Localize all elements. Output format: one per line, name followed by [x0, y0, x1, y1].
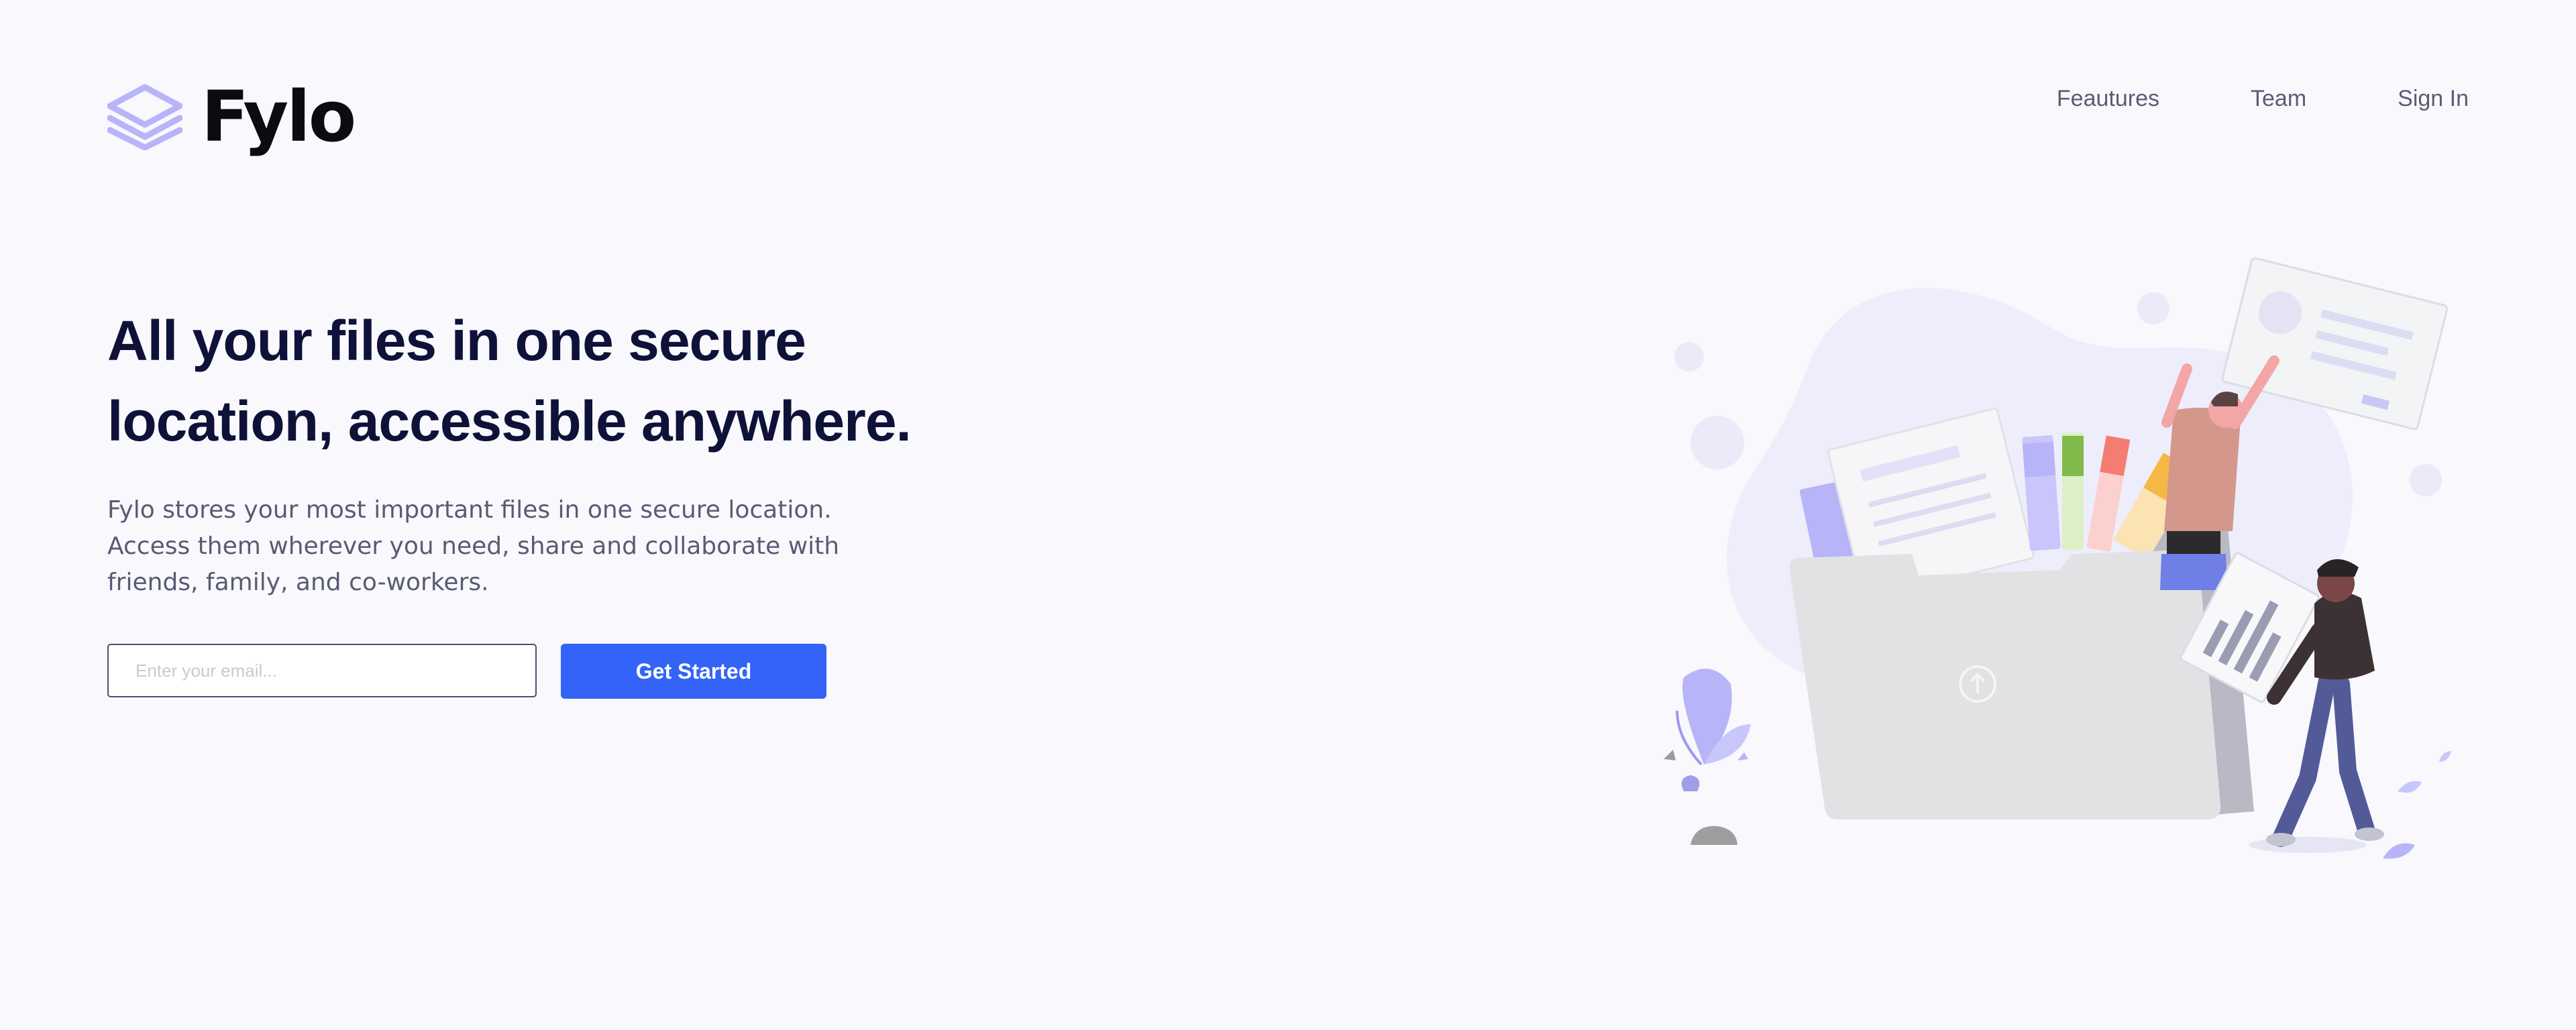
people-uploading-files-illustration [1664, 257, 2451, 859]
email-input[interactable] [107, 644, 537, 697]
plant-decoration [1664, 669, 1751, 791]
hero-headline: All your files in one secure location, a… [107, 309, 912, 453]
leaf-decoration [2398, 781, 2422, 793]
main-nav: Feautures Team Sign In [2057, 86, 2469, 112]
signup-form: Get Started [107, 644, 826, 699]
hero-illustration [1637, 255, 2522, 872]
decor-circle [2137, 292, 2169, 325]
hero-description: Fylo stores your most important files in… [107, 496, 840, 596]
decor-circle [1674, 342, 1704, 371]
stacked-layers-icon [107, 84, 182, 150]
folder-front [1789, 550, 2221, 819]
nav-link-features[interactable]: Feautures [2057, 86, 2159, 112]
leaf-decoration [2439, 751, 2451, 762]
brand-name: Fylo [201, 76, 356, 158]
decor-circle [1690, 416, 1744, 469]
get-started-button[interactable]: Get Started [561, 644, 826, 699]
nav-link-team[interactable]: Team [2251, 86, 2306, 112]
decor-circle [2410, 464, 2442, 496]
landing-page: Fylo Feautures Team Sign In All your fil… [0, 0, 2576, 1030]
leaf-decoration [2383, 843, 2415, 859]
brand-logo[interactable]: Fylo [107, 76, 356, 158]
rock-decoration [1690, 825, 1737, 845]
nav-link-sign-in[interactable]: Sign In [2398, 86, 2469, 112]
